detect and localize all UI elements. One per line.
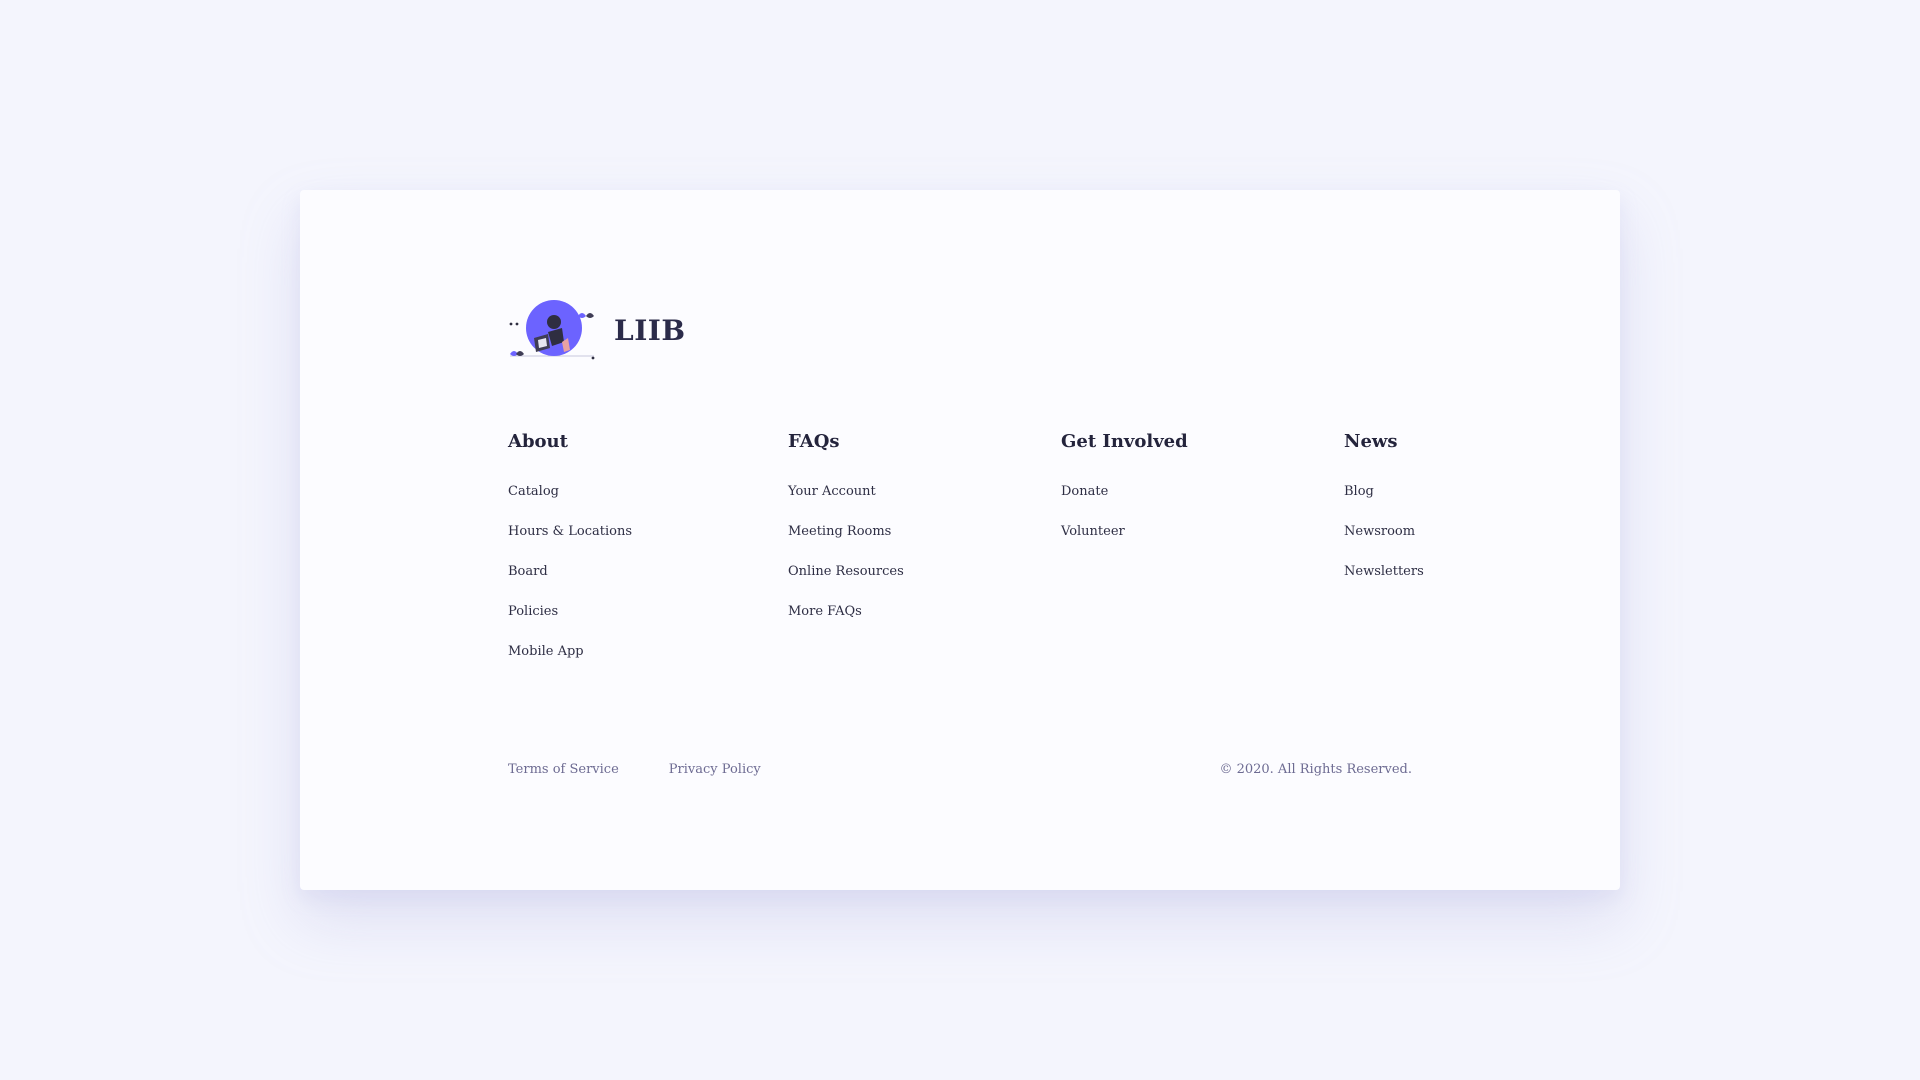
brand[interactable]: LIIB (508, 298, 686, 362)
copyright-notice: © 2020. All Rights Reserved. (1219, 762, 1412, 777)
brand-name: LIIB (614, 313, 686, 347)
link-meeting-rooms[interactable]: Meeting Rooms (788, 522, 904, 562)
link-policies[interactable]: Policies (508, 602, 632, 642)
column-heading-news: News (1344, 431, 1398, 452)
link-board[interactable]: Board (508, 562, 632, 602)
link-list-faqs: Your Account Meeting Rooms Online Resour… (788, 482, 904, 642)
link-volunteer[interactable]: Volunteer (1061, 522, 1188, 562)
link-more-faqs[interactable]: More FAQs (788, 602, 904, 642)
link-newsroom[interactable]: Newsroom (1344, 522, 1424, 562)
terms-of-service-link[interactable]: Terms of Service (508, 762, 619, 777)
link-your-account[interactable]: Your Account (788, 482, 904, 522)
column-faqs: FAQs Your Account Meeting Rooms Online R… (788, 430, 904, 642)
footer-card: LIIB About Catalog Hours & Locations Boa… (300, 190, 1620, 890)
link-hours-locations[interactable]: Hours & Locations (508, 522, 632, 562)
column-heading-about: About (508, 431, 568, 452)
link-blog[interactable]: Blog (1344, 482, 1424, 522)
column-about: About Catalog Hours & Locations Board Po… (508, 430, 632, 682)
link-list-about: Catalog Hours & Locations Board Policies… (508, 482, 632, 682)
link-mobile-app[interactable]: Mobile App (508, 642, 632, 682)
link-catalog[interactable]: Catalog (508, 482, 632, 522)
privacy-policy-link[interactable]: Privacy Policy (669, 762, 761, 777)
link-list-news: Blog Newsroom Newsletters (1344, 482, 1424, 602)
legal-links: Terms of Service Privacy Policy (508, 762, 811, 777)
column-heading-get-involved: Get Involved (1061, 431, 1188, 452)
column-get-involved: Get Involved Donate Volunteer (1061, 430, 1188, 562)
link-online-resources[interactable]: Online Resources (788, 562, 904, 602)
column-heading-faqs: FAQs (788, 431, 840, 452)
link-donate[interactable]: Donate (1061, 482, 1188, 522)
reading-globe-logo-icon (509, 300, 595, 360)
link-list-get-involved: Donate Volunteer (1061, 482, 1188, 562)
column-news: News Blog Newsroom Newsletters (1344, 430, 1424, 602)
link-newsletters[interactable]: Newsletters (1344, 562, 1424, 602)
